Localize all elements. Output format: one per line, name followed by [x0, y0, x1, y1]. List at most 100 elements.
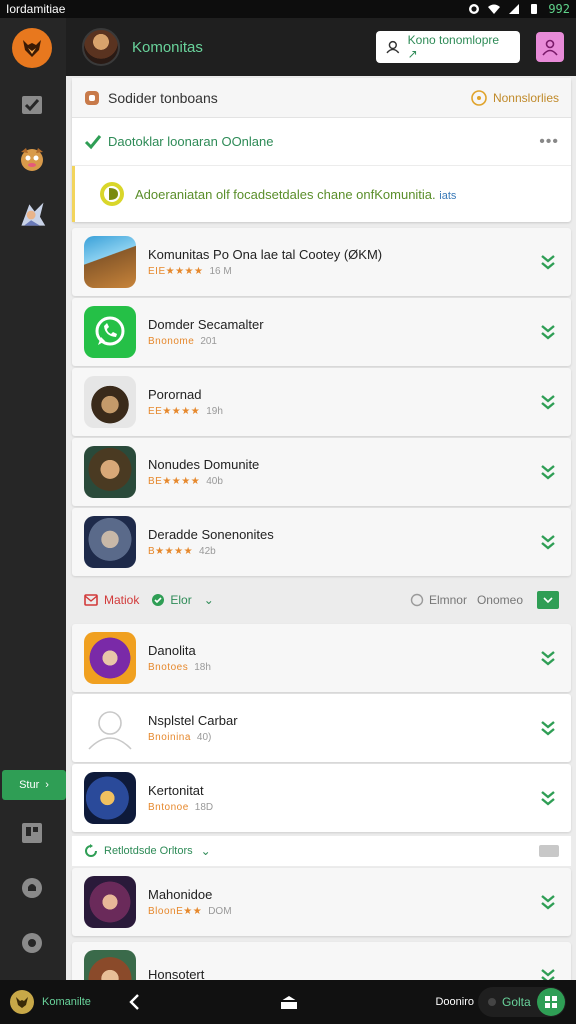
- app-icon: [84, 376, 136, 428]
- list-item[interactable]: Komunitas Po Ona lae tal Cootey (ØKM) EI…: [72, 228, 571, 296]
- app-rating: BE★★★★: [148, 476, 201, 487]
- status-time: 992: [548, 2, 570, 16]
- chevron-down-icon[interactable]: [539, 719, 557, 737]
- sidebar-board-button[interactable]: [17, 818, 47, 848]
- app-meta: BE★★★★ 40b: [148, 476, 539, 487]
- sidebar-tasks-button[interactable]: [17, 90, 47, 120]
- chevron-down-icon[interactable]: ⌄: [204, 593, 214, 607]
- chevron-down-icon[interactable]: [539, 323, 557, 341]
- app-meta: EE★★★★ 19h: [148, 406, 539, 417]
- bell-icon: [22, 878, 42, 898]
- app-size: 40): [196, 732, 212, 743]
- chevron-down-icon[interactable]: ⌄: [201, 844, 211, 858]
- app-meta: Bnonome 201: [148, 336, 539, 347]
- action-pill[interactable]: Golta: [478, 987, 566, 1017]
- app-size: 201: [200, 336, 217, 347]
- list-item[interactable]: Domder Secamalter Bnonome 201: [72, 298, 571, 366]
- app-meta: Bntonoe 18D: [148, 802, 539, 813]
- page-title: Komonitas: [132, 38, 203, 56]
- app-icon: [84, 772, 136, 824]
- featured-badge-label: Nonnslorlies: [492, 90, 559, 105]
- coin-icon: [471, 89, 487, 106]
- app-name: Domder Secamalter: [148, 317, 264, 332]
- app-size: 42b: [199, 546, 216, 557]
- placeholder-avatar-icon: [84, 702, 136, 754]
- circle-icon: [410, 593, 424, 607]
- list-item[interactable]: Nsplstel Carbar Bnoinina 40): [72, 694, 571, 762]
- app-icon: [84, 876, 136, 928]
- person-outline-icon: [88, 711, 132, 750]
- app-rating: Bntonoe: [148, 802, 189, 813]
- app-icon: [84, 446, 136, 498]
- list-item[interactable]: Nonudes Domunite BE★★★★ 40b: [72, 438, 571, 506]
- chevron-down-icon[interactable]: [539, 789, 557, 807]
- list-item[interactable]: Danolita Bnotoes 18h: [72, 624, 571, 692]
- featured-card-header: Sodider tonboans Nonnslorlies: [72, 78, 571, 118]
- dropdown-button[interactable]: [537, 591, 559, 609]
- person-icon: [542, 39, 558, 56]
- featured-promo-row[interactable]: Adoeraniatan olf focadsetdales chane onf…: [72, 166, 571, 222]
- chevron-down-icon[interactable]: [539, 967, 557, 980]
- bottom-right-label[interactable]: Dooniro: [435, 996, 474, 1008]
- sidebar-notification-button[interactable]: [17, 873, 47, 903]
- sidebar-hero-game-button[interactable]: [17, 200, 47, 230]
- app-info: Deradde Sonenonites B★★★★ 42b: [148, 527, 539, 557]
- filter-elmnor[interactable]: Elmnor: [429, 593, 467, 607]
- back-arrow-icon[interactable]: [127, 993, 141, 1011]
- bottom-bar: Komanilte Dooniro Golta: [0, 980, 576, 1024]
- action-button[interactable]: [536, 988, 565, 1016]
- sidebar: Stur ›: [0, 18, 66, 980]
- sidebar-active-label: Stur: [19, 779, 40, 791]
- search-input[interactable]: Kono tonomlopre ↗: [376, 31, 520, 63]
- chevron-down-icon[interactable]: [539, 393, 557, 411]
- board-icon: [22, 823, 42, 843]
- filter-row: Matiok Elor ⌄ Elmnor Onomeo: [72, 578, 571, 622]
- promo-link[interactable]: iats: [439, 190, 456, 202]
- sidebar-record-button[interactable]: [17, 928, 47, 958]
- app-info: Honsotert: [148, 967, 539, 981]
- app-logo[interactable]: [12, 28, 52, 68]
- app-name: Deradde Sonenonites: [148, 527, 274, 542]
- sidebar-active-tab[interactable]: Stur ›: [2, 770, 66, 800]
- list-item[interactable]: Honsotert: [72, 942, 571, 980]
- brand-name: Komanilte: [42, 996, 91, 1008]
- filter-matiok[interactable]: Matiok: [104, 593, 139, 607]
- brand-logo-icon[interactable]: [10, 990, 34, 1014]
- promo-icon: [100, 182, 124, 206]
- refresh-icon: [85, 844, 97, 857]
- sidebar-cat-game-button[interactable]: [17, 144, 47, 174]
- list-item[interactable]: Deradde Sonenonites B★★★★ 42b: [72, 508, 571, 576]
- app-rating: EE★★★★: [148, 406, 201, 417]
- chevron-down-icon[interactable]: [539, 463, 557, 481]
- chevron-down-icon[interactable]: [539, 533, 557, 551]
- app-name: Honsotert: [148, 966, 205, 981]
- alarm-icon: [469, 4, 480, 14]
- chevron-down-icon[interactable]: [539, 649, 557, 667]
- app-rating: Bnoinina: [148, 732, 191, 743]
- avatar[interactable]: [82, 28, 120, 66]
- app-info: Danolita Bnotoes 18h: [148, 643, 539, 673]
- featured-badge[interactable]: Nonnslorlies: [471, 89, 559, 106]
- fox-logo-icon: [23, 40, 41, 57]
- list-item[interactable]: Porornad EE★★★★ 19h: [72, 368, 571, 436]
- status-indicators: 992: [468, 2, 570, 16]
- app-size: 40b: [206, 476, 223, 487]
- section-label[interactable]: Retlotdsde Orltors: [104, 845, 193, 857]
- check-icon: [84, 134, 102, 149]
- app-meta: EIE★★★★ 16 M: [148, 266, 539, 277]
- home-icon[interactable]: [279, 994, 299, 1010]
- chevron-down-icon[interactable]: [539, 893, 557, 911]
- profile-button[interactable]: [536, 32, 564, 62]
- grid-icon: [544, 996, 557, 1008]
- toggle-button[interactable]: [539, 845, 559, 857]
- app-rating: Bnotoes: [148, 662, 189, 673]
- chevron-down-icon[interactable]: [539, 253, 557, 271]
- dot-icon: [488, 998, 496, 1006]
- list-item[interactable]: Kertonitat Bntonoe 18D: [72, 764, 571, 832]
- featured-check-row[interactable]: Daotoklar loonaran OOnlane •••: [72, 118, 571, 166]
- more-options-icon[interactable]: •••: [539, 133, 559, 151]
- app-info: Nsplstel Carbar Bnoinina 40): [148, 713, 539, 743]
- filter-onomeo[interactable]: Onomeo: [477, 593, 523, 607]
- filter-elor[interactable]: Elor: [170, 593, 191, 607]
- list-item[interactable]: Mahonidoe BloonE★★ DOM: [72, 868, 571, 936]
